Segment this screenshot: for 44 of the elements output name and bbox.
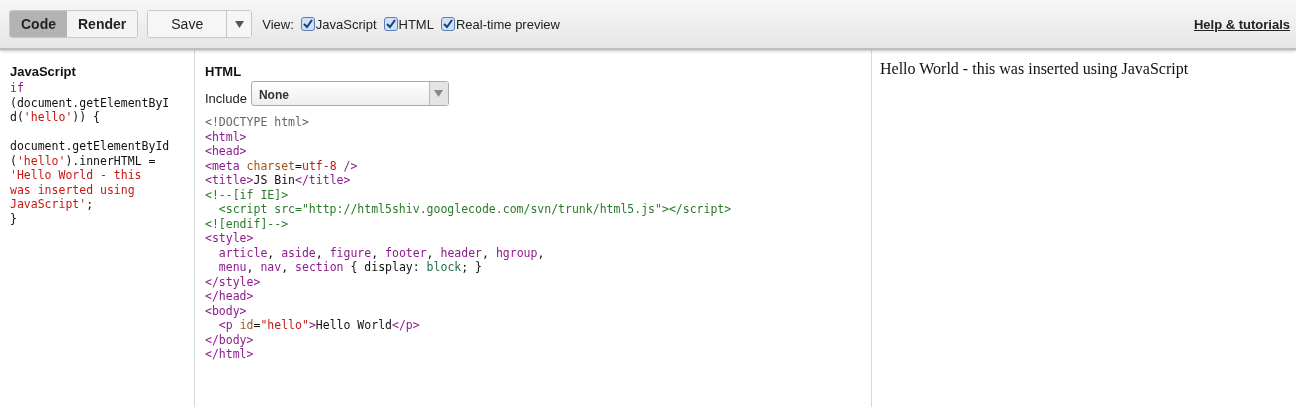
checkbox-label: JavaScript bbox=[315, 16, 377, 32]
code-line: article, aside, figure, footer, header, hgroup, bbox=[217, 245, 546, 260]
code-line: ('hello').innerHTML = bbox=[10, 153, 157, 168]
code-line: if bbox=[10, 81, 25, 96]
code-line: <p id="hello">Hello World</p> bbox=[217, 318, 421, 333]
checkbox-label: Real-time preview bbox=[455, 16, 560, 32]
code-line: <!DOCTYPE html> bbox=[205, 115, 310, 130]
code-line: </style> bbox=[205, 274, 262, 289]
code-line: </head> bbox=[205, 289, 255, 304]
code-line: menu, nav, section { display: block; } bbox=[217, 260, 483, 275]
include-select[interactable]: None bbox=[250, 81, 449, 106]
code-line: </body> bbox=[205, 332, 255, 347]
mode-tab[interactable]: Code bbox=[10, 11, 67, 37]
code-line: <title>JS Bin</title> bbox=[205, 173, 352, 188]
code-line: (document.getElementByI bbox=[10, 95, 171, 110]
code-line: } bbox=[10, 211, 18, 226]
code-line: JavaScript'; bbox=[10, 197, 95, 212]
code-line: <body> bbox=[205, 303, 248, 318]
checkbox-label: HTML bbox=[398, 16, 434, 32]
panel-title: HTML bbox=[205, 64, 243, 79]
code-line: <![endif]--> bbox=[205, 216, 290, 231]
code-line: <meta charset=utf-8 /> bbox=[205, 158, 359, 173]
mode-tab[interactable]: Render bbox=[67, 11, 138, 37]
code-line: 'Hello World - this bbox=[10, 168, 143, 183]
panel-title: JavaScript bbox=[10, 64, 77, 79]
code-line: document.getElementById bbox=[10, 139, 171, 154]
caret-icon bbox=[234, 20, 244, 28]
checkbox[interactable] bbox=[300, 17, 315, 31]
help-link[interactable]: Help & tutorials bbox=[1193, 16, 1290, 32]
code-line: <head> bbox=[205, 144, 248, 159]
code-line: </html> bbox=[205, 347, 255, 362]
code-line: d('hello')) { bbox=[10, 110, 102, 125]
view-label: View: bbox=[262, 16, 294, 32]
preview-text: Hello World - this was inserted using JavaScript bbox=[880, 60, 1190, 78]
caret-icon bbox=[434, 90, 444, 97]
checkbox[interactable] bbox=[383, 17, 398, 31]
checkbox[interactable] bbox=[440, 17, 455, 31]
code-line: <!--[if IE]> bbox=[205, 187, 290, 202]
save-button[interactable]: Save bbox=[148, 11, 228, 37]
code-line: <script src="http://html5shiv.googlecode.com/svn/trunk/html5.js"></script> bbox=[217, 202, 733, 217]
code-line: <style> bbox=[205, 231, 255, 246]
include-label: Include bbox=[205, 91, 247, 106]
code-line: <html> bbox=[205, 129, 248, 144]
code-line: was inserted using bbox=[10, 182, 136, 197]
